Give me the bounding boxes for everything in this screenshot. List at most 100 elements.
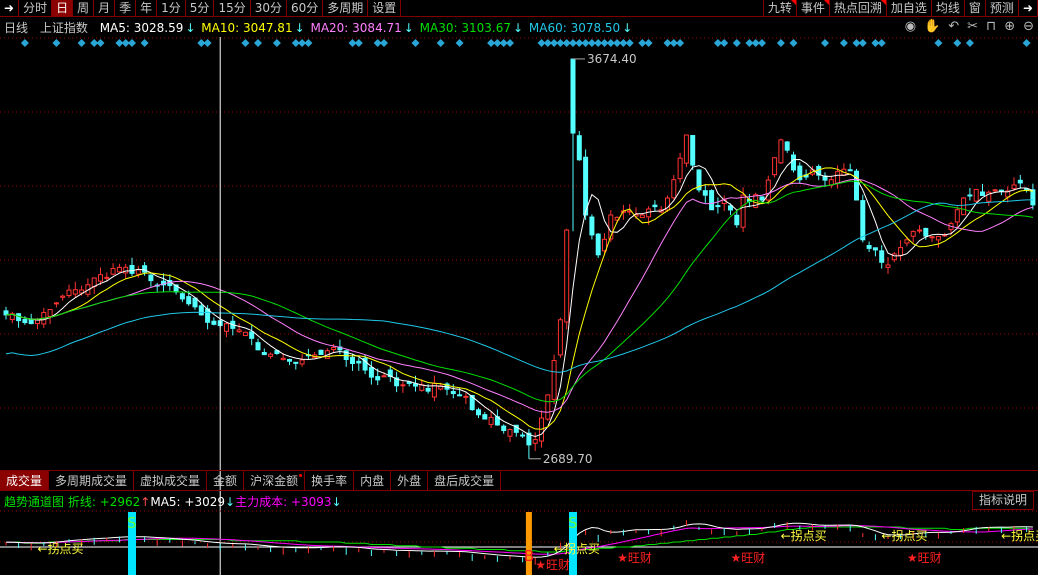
period-tab-0[interactable]: 分时 [19,0,53,17]
candle-up [47,309,53,317]
period-tab-1[interactable]: 日 [52,0,74,17]
expand-icon[interactable]: ➜ [1019,0,1038,17]
undo-icon[interactable]: ↶ [948,19,959,34]
up-arrow-icon: ↑ [140,495,151,509]
indicator-explain-button[interactable]: 指标说明 [971,491,1034,510]
candle-up [532,439,538,444]
hand-icon[interactable]: ✋ [924,19,940,34]
tool-button-2[interactable]: 热点回溯 [830,0,887,17]
period-tab-12[interactable]: 设置 [368,0,402,17]
max-price-label: 3674.40 [587,52,637,66]
candle-up [123,266,129,274]
indicator-tab-4[interactable]: 沪深金额 [244,471,306,490]
min-price-label: 2689.70 [543,452,593,466]
candle-down [879,250,885,263]
buy-point-label: ←拐点买 [780,529,827,543]
indicator-tab-6[interactable]: 内盘 [354,471,392,490]
lock-icon[interactable]: ⊓ [986,19,996,34]
tool-button-3[interactable]: 加自选 [887,0,932,17]
candle-down [287,358,292,362]
candle-up [135,269,141,275]
indicator-tab-8[interactable]: 盘后成交量 [428,471,502,490]
signal-diamond [877,39,886,47]
candle-up [463,395,469,398]
signal-diamond [720,39,729,47]
tool-button-1[interactable]: 事件 [797,0,830,17]
candle-up [639,214,645,219]
candle-up [557,319,563,356]
candle-down [980,191,985,196]
candle-down [22,319,28,324]
indicator-tab-5[interactable]: 换手率 [305,471,355,490]
period-tab-10[interactable]: 60分 [287,0,324,17]
indicator-tabs: 成交量 多周期成交量 虚拟成交量 金额 沪深金额 换手率 内盘 外盘 盘后成交量 [0,470,1038,491]
candle-up [400,384,406,387]
period-tab-5[interactable]: 年 [136,0,158,17]
candle-up [835,171,841,184]
indicator-tab-3[interactable]: 金额 [207,471,245,490]
period-tab-2[interactable]: 周 [73,0,95,17]
period-tab-3[interactable]: 月 [94,0,116,17]
indicator-name: 趋势通道图 [4,495,65,509]
down-arrow-icon: ↓ [294,21,305,35]
candle-up [740,194,746,228]
period-tab-9[interactable]: 30分 [251,0,287,17]
signal-diamond [241,39,250,47]
zx-line [5,522,1033,558]
candle-up [224,323,229,332]
candle-up [992,189,998,192]
signal-diamond [676,39,685,47]
candle-down [854,170,859,201]
indicator-tab-0[interactable]: 成交量 [0,471,50,490]
ma30-value: MA30: 3103.67 [419,21,511,35]
period-tab-7[interactable]: 5分 [186,0,215,17]
indicator-tab-1[interactable]: 多周期成交量 [49,471,135,490]
signal-diamond [20,39,29,47]
candle-up [1011,184,1017,190]
candle-down [375,376,381,381]
candle-up [885,264,891,268]
candle-down [211,320,217,325]
signal-diamond [203,39,212,47]
collapse-icon[interactable]: ➜ [0,0,20,17]
ma60-value: MA60: 3078.50 [528,21,621,35]
tool-button-4[interactable]: 均线 [932,0,965,17]
signal-diamond [789,39,798,47]
signal-diamond [934,39,943,47]
ma5-value: MA5: 3028.59 [99,21,184,35]
candle-up [116,266,122,273]
period-tab-11[interactable]: 多周期 [323,0,369,17]
ma20-value: MA20: 3084.71 [310,21,402,35]
candle-up [331,347,337,351]
tool-button-0[interactable]: 九转 [764,0,797,17]
candle-down [142,265,148,273]
signal-diamond [77,39,86,47]
indicator-tab-2[interactable]: 虚拟成交量 [134,471,208,490]
candle-down [356,360,362,364]
candle-up [929,236,935,239]
scissors-icon[interactable]: ✂ [967,19,978,34]
candle-down [967,194,973,197]
signal-diamond [128,39,136,47]
zoom-out-icon[interactable]: ⊖ [1023,19,1034,34]
period-tab-4[interactable]: 季 [115,0,137,17]
signal-diamond [304,39,313,47]
tool-button-5[interactable]: 窗 [965,0,986,17]
tool-button-6[interactable]: 预测 [986,0,1019,17]
period-tab-6[interactable]: 1分 [157,0,186,17]
candle-up [104,276,110,279]
candle-down [129,264,135,274]
indicator-tab-7[interactable]: 外盘 [391,471,429,490]
candle-down [690,135,696,166]
candle-up [973,188,979,202]
buy-point-label: ←拐点买 [553,542,600,556]
signal-diamond [644,39,653,47]
signal-diamond [839,39,848,47]
zoom-in-icon[interactable]: ⊕ [1004,19,1015,34]
candle-down [476,409,481,416]
eye-icon[interactable]: ◉ [905,19,916,34]
ma20-line [5,178,1034,413]
candle-down [450,391,456,395]
period-tab-8[interactable]: 15分 [214,0,251,17]
candle-down [501,425,507,432]
